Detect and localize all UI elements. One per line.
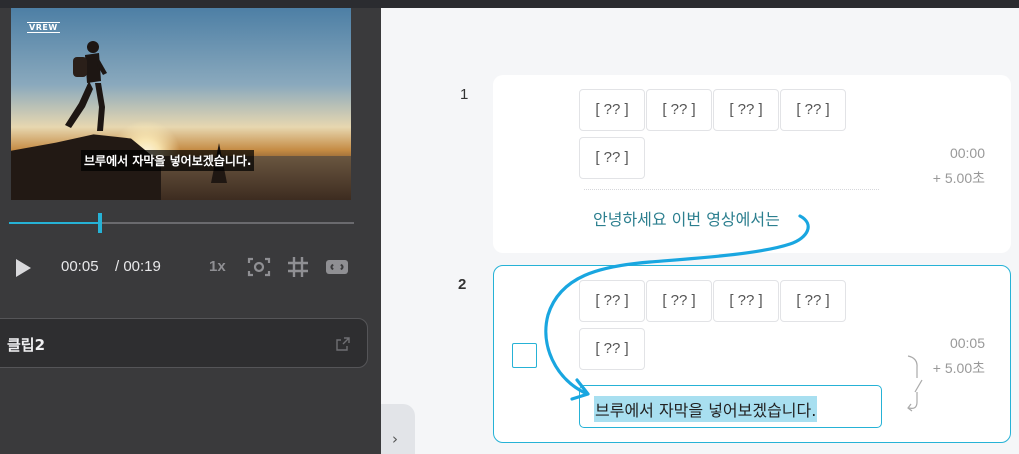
vrew-watermark: VREW — [27, 22, 60, 33]
clip-start-time: 00:00 — [949, 145, 985, 161]
clip-card[interactable]: 클립2 — [0, 318, 368, 368]
grid-icon[interactable] — [286, 256, 310, 278]
clip-start-time: 00:05 — [949, 335, 985, 351]
total-time: / 00:19 — [115, 258, 161, 275]
row-separator — [584, 189, 879, 190]
word-token[interactable]: [ ?? ] — [713, 89, 779, 131]
row-checkbox[interactable] — [512, 343, 537, 368]
panel-divider — [381, 8, 417, 454]
external-link-icon[interactable] — [335, 336, 351, 352]
word-token[interactable]: [ ?? ] — [579, 280, 645, 322]
row-number: 1 — [460, 86, 469, 103]
subtitle-edit-field[interactable]: 브루에서 자막을 넣어보겠습니다. — [579, 385, 882, 428]
word-token[interactable]: [ ?? ] — [646, 89, 712, 131]
play-icon[interactable] — [16, 259, 31, 277]
current-time: 00:05 — [61, 258, 99, 275]
word-token[interactable]: [ ?? ] — [780, 280, 846, 322]
seek-bar-thumb[interactable] — [97, 213, 102, 233]
word-token[interactable]: [ ?? ] — [646, 280, 712, 322]
top-bar — [0, 0, 1019, 8]
screenshot-icon[interactable] — [247, 256, 271, 278]
video-preview[interactable]: VREW 브루에서 자막을 넣어보겠습니다. — [11, 8, 351, 200]
subtitle-edit-text[interactable]: 브루에서 자막을 넣어보겠습니다. — [594, 396, 818, 422]
player-panel: VREW 브루에서 자막을 넣어보겠습니다. 00:05 / 00:19 1x … — [0, 8, 381, 454]
word-token[interactable]: [ ?? ] — [579, 137, 645, 179]
clip-duration: + 5.00초 — [932, 170, 985, 186]
video-subtitle: 브루에서 자막을 넣어보겠습니다. — [81, 150, 255, 171]
clip-duration: + 5.00초 — [932, 360, 985, 376]
word-token[interactable]: [ ?? ] — [713, 280, 779, 322]
seek-bar-fill — [9, 222, 100, 224]
hiker-figure — [65, 41, 107, 131]
word-token[interactable]: [ ?? ] — [780, 89, 846, 131]
word-token[interactable]: [ ?? ] — [579, 328, 645, 370]
row-number: 2 — [458, 276, 467, 293]
player-controls: 00:05 / 00:19 1x — [0, 253, 381, 281]
expand-panel-button[interactable]: › — [381, 404, 415, 454]
word-token[interactable]: [ ?? ] — [579, 89, 645, 131]
seek-bar[interactable] — [9, 213, 354, 233]
subtitle-toggle-icon[interactable] — [325, 256, 349, 278]
playback-speed-button[interactable]: 1x — [209, 258, 226, 275]
subtitle-text[interactable]: 안녕하세요 이번 영상에서는 — [593, 206, 780, 230]
clip-label: 클립2 — [7, 336, 46, 354]
chevron-right-icon: › — [392, 430, 398, 448]
